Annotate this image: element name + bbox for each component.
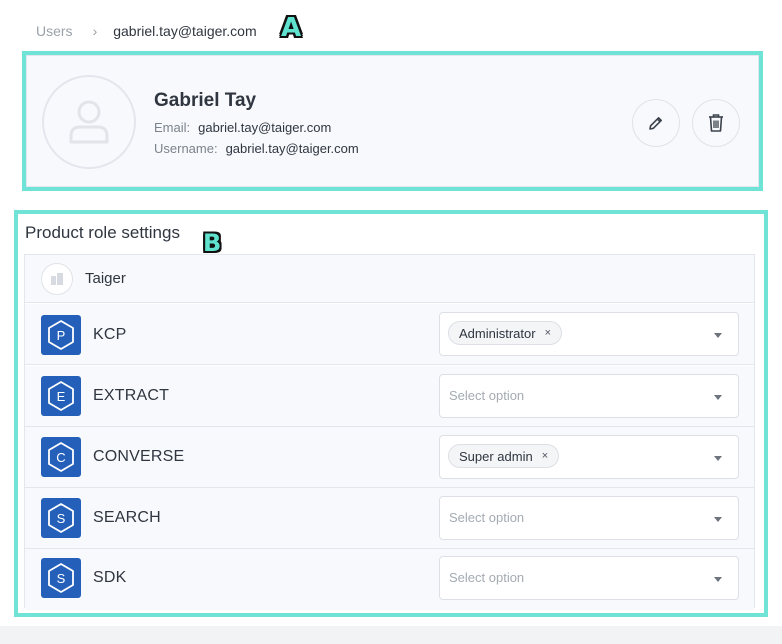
product-kcp-letter: P: [57, 328, 66, 343]
organization-row: Taiger: [25, 255, 754, 303]
profile-card: Gabriel Tay Email: gabriel.tay@taiger.com…: [26, 55, 759, 187]
email-label: Email:: [154, 120, 191, 135]
remove-tag-icon[interactable]: ×: [542, 450, 548, 462]
product-name: SEARCH: [93, 509, 161, 526]
breadcrumb-users-link[interactable]: Users: [36, 23, 73, 39]
product-name: SDK: [93, 569, 127, 586]
remove-tag-icon[interactable]: ×: [545, 327, 551, 339]
annotation-label-b: B: [203, 229, 222, 257]
product-sdk-icon: S: [41, 558, 81, 598]
roles-table: Taiger P KCP Administrator × E EXTRACT S…: [24, 254, 755, 610]
annotation-label-a: A: [281, 13, 302, 43]
product-extract-icon: E: [41, 376, 81, 416]
chevron-down-icon: [714, 395, 722, 400]
product-search-letter: S: [57, 511, 66, 526]
username-label: Username:: [154, 141, 218, 156]
role-tag-label: Super admin: [459, 448, 533, 464]
select-placeholder: Select option: [449, 570, 525, 585]
product-converse-letter: C: [56, 450, 65, 465]
role-select-extract[interactable]: Select option: [439, 374, 739, 418]
product-row-sdk: S SDK Select option: [25, 549, 754, 610]
email-value: gabriel.tay@taiger.com: [198, 120, 332, 135]
product-row-kcp: P KCP Administrator ×: [25, 304, 754, 365]
chevron-down-icon: [714, 333, 722, 338]
delete-user-button[interactable]: [692, 99, 740, 147]
product-converse-icon: C: [41, 437, 81, 477]
bottom-strip: [0, 626, 782, 644]
role-select-search[interactable]: Select option: [439, 496, 739, 540]
product-row-converse: C CONVERSE Super admin ×: [25, 427, 754, 488]
pencil-icon: [649, 117, 662, 130]
email-line: Email: gabriel.tay@taiger.com: [154, 120, 331, 135]
product-row-extract: E EXTRACT Select option: [25, 366, 754, 427]
product-sdk-letter: S: [57, 571, 66, 586]
user-icon: [69, 100, 109, 144]
select-placeholder: Select option: [449, 388, 525, 403]
trash-icon: [709, 114, 723, 132]
username-value: gabriel.tay@taiger.com: [225, 141, 359, 156]
product-name: KCP: [93, 326, 127, 343]
breadcrumb: Users › gabriel.tay@taiger.com: [36, 22, 257, 40]
product-kcp-icon: P: [41, 315, 81, 355]
role-select-sdk[interactable]: Select option: [439, 556, 739, 600]
select-placeholder: Select option: [449, 510, 525, 525]
section-title: Product role settings: [25, 223, 180, 242]
product-search-icon: S: [41, 498, 81, 538]
breadcrumb-separator: ›: [92, 23, 98, 39]
user-name: Gabriel Tay: [154, 90, 257, 111]
product-row-search: S SEARCH Select option: [25, 488, 754, 549]
role-tag-label: Administrator: [459, 325, 536, 341]
breadcrumb-current: gabriel.tay@taiger.com: [113, 23, 257, 39]
chevron-down-icon: [714, 456, 722, 461]
product-name: CONVERSE: [93, 448, 185, 465]
building-icon: [41, 263, 73, 295]
organization-name: Taiger: [85, 270, 126, 287]
role-select-converse[interactable]: Super admin ×: [439, 435, 739, 479]
role-tag: Super admin ×: [448, 444, 560, 468]
chevron-down-icon: [714, 517, 722, 522]
role-select-kcp[interactable]: Administrator ×: [439, 312, 739, 356]
role-tag: Administrator ×: [448, 321, 563, 345]
avatar: [42, 75, 136, 169]
edit-user-button[interactable]: [632, 99, 680, 147]
product-name: EXTRACT: [93, 387, 170, 404]
product-extract-letter: E: [57, 389, 66, 404]
chevron-down-icon: [714, 577, 722, 582]
username-line: Username: gabriel.tay@taiger.com: [154, 141, 359, 156]
